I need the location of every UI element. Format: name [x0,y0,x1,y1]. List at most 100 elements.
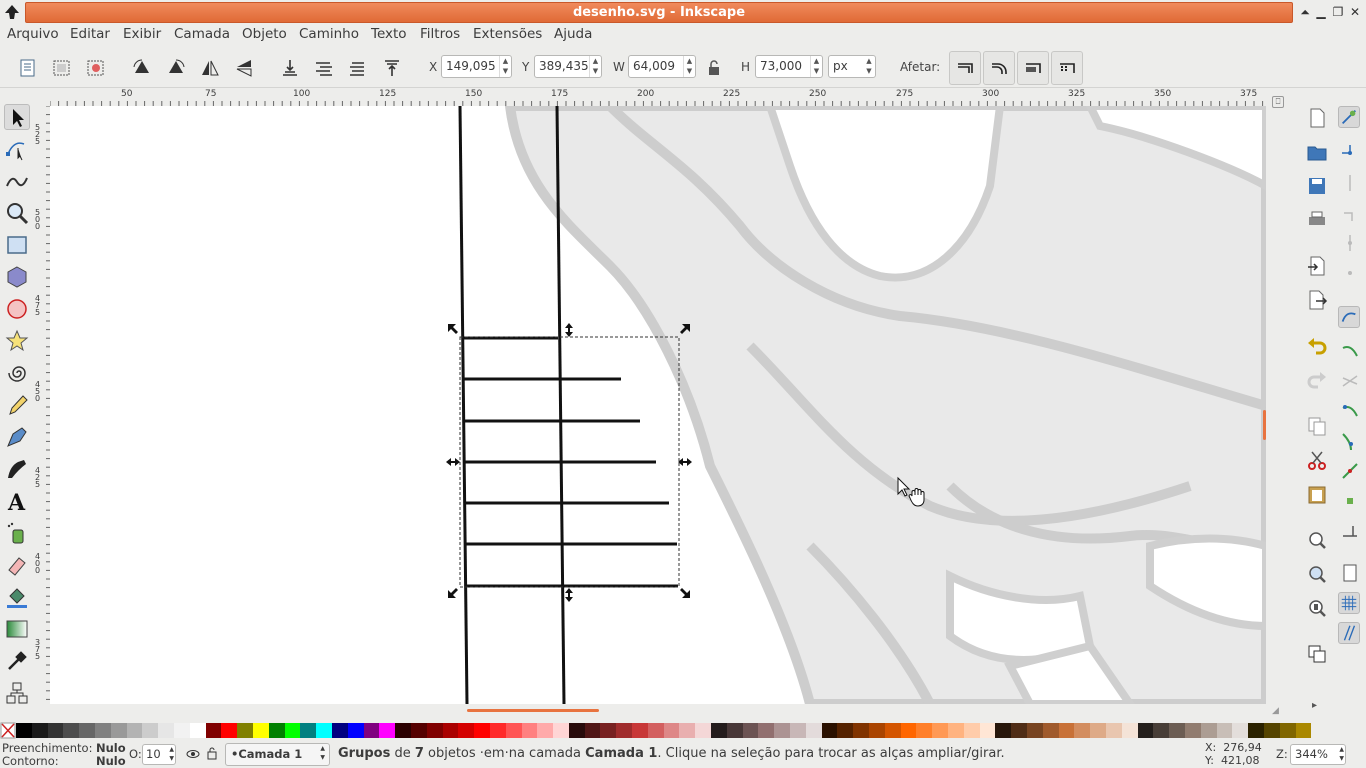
color-swatch[interactable] [979,723,996,738]
lower-to-bottom-icon[interactable] [280,58,300,78]
color-swatch[interactable] [742,723,759,738]
snap-text-baseline-icon[interactable] [1339,520,1361,542]
menu-texto[interactable]: Texto [371,26,407,42]
save-icon[interactable] [1306,175,1328,197]
color-swatch[interactable] [363,723,380,738]
color-swatch[interactable] [63,723,80,738]
color-swatch[interactable] [1295,723,1312,738]
eraser-tool[interactable] [4,552,30,578]
y-stepper[interactable]: ▲ ▼ [589,56,601,77]
calligraphy-tool[interactable] [4,456,30,482]
3d-box-tool[interactable] [4,264,30,290]
pencil-tool[interactable] [4,392,30,418]
color-swatch[interactable] [932,723,949,738]
zoom-selection-icon[interactable] [1306,529,1328,551]
color-swatch[interactable] [1279,723,1296,738]
menu-extensoes[interactable]: Extensões [473,26,542,42]
affect-gradients-button[interactable] [1017,51,1049,85]
select-all-layers-icon[interactable] [52,58,72,78]
color-swatch[interactable] [869,723,885,738]
color-swatch[interactable] [79,723,95,738]
snap-bbox-midpoints-icon[interactable] [1339,232,1361,254]
snap-bbox-corners-icon[interactable] [1339,202,1361,224]
tweak-tool[interactable] [4,168,30,194]
shade-button[interactable]: ⏶ [1297,4,1313,20]
color-swatch[interactable] [900,723,917,738]
no-paint-swatch[interactable] [0,722,16,740]
color-swatch[interactable] [916,723,933,738]
y-field[interactable]: 389,435 ▲ ▼ [534,55,602,78]
export-icon[interactable] [1306,289,1328,311]
color-swatch[interactable] [31,723,48,738]
snap-page-border-icon[interactable] [1339,562,1361,584]
color-swatch[interactable] [474,723,490,738]
maximize-button[interactable]: ❐ [1330,4,1346,20]
rectangle-tool[interactable] [4,232,30,258]
color-swatch[interactable] [1137,723,1154,738]
color-swatch[interactable] [695,723,712,738]
snap-grids-icon[interactable] [1338,592,1360,614]
minimize-button[interactable]: ▁ [1313,4,1329,20]
layer-select[interactable]: •Camada 1 ▲ ▼ [225,743,330,766]
raise-to-top-icon[interactable] [382,58,402,78]
affect-patterns-button[interactable] [1051,51,1083,85]
zoom-tool[interactable] [4,200,30,226]
snap-nodes-icon[interactable] [1338,306,1360,328]
color-swatch[interactable] [410,723,427,738]
color-swatch[interactable] [726,723,743,738]
unit-select[interactable]: px ▲ ▼ [828,55,876,78]
x-field[interactable]: 149,095 ▲ ▼ [441,55,512,78]
menu-objeto[interactable]: Objeto [242,26,287,42]
close-button[interactable]: ✕ [1347,4,1363,20]
color-swatch[interactable] [963,723,980,738]
color-swatch[interactable] [205,723,222,738]
horizontal-scrollbar[interactable] [467,709,599,712]
color-swatch[interactable] [221,723,238,738]
color-swatch[interactable] [458,723,475,738]
color-swatch[interactable] [1011,723,1027,738]
color-swatch[interactable] [1232,723,1249,738]
lower-icon[interactable] [314,58,334,78]
color-swatch[interactable] [347,723,364,738]
flip-vertical-icon[interactable] [234,58,254,78]
color-swatch[interactable] [853,723,870,738]
menu-arquivo[interactable]: Arquivo [7,26,59,42]
copy-icon[interactable] [1306,415,1328,437]
snap-paths-icon[interactable] [1339,340,1361,362]
spray-tool[interactable] [4,520,30,546]
color-swatch[interactable] [805,723,822,738]
w-field[interactable]: 64,009 ▲ ▼ [628,55,696,78]
pen-tool[interactable] [4,424,30,450]
deselect-icon[interactable] [86,58,106,78]
canvas-drawing[interactable] [50,106,1266,704]
color-swatch[interactable] [600,723,617,738]
paste-icon[interactable] [1306,483,1328,505]
layer-lock-icon[interactable] [206,746,218,760]
zoom-drawing-icon[interactable] [1306,563,1328,585]
color-swatch[interactable] [489,723,506,738]
x-stepper[interactable]: ▲ ▼ [499,56,511,77]
color-swatch[interactable] [268,723,285,738]
color-swatch[interactable] [1184,723,1201,738]
color-swatch[interactable] [237,723,253,738]
snap-smooth-nodes-icon[interactable] [1339,430,1361,452]
color-swatch[interactable] [331,723,348,738]
ruler-corner-lock-icon[interactable]: ⎕ [1272,96,1284,108]
snap-guides-icon[interactable] [1338,622,1360,644]
enable-snapping-icon[interactable] [1338,106,1360,128]
paint-bucket-tool[interactable] [4,584,30,610]
vertical-scrollbar[interactable] [1263,410,1266,440]
menu-camada[interactable]: Camada [174,26,230,42]
menu-ajuda[interactable]: Ajuda [554,26,592,42]
color-swatch[interactable] [16,723,32,738]
color-swatch[interactable] [837,723,854,738]
color-swatch[interactable] [1200,723,1217,738]
rotate-ccw-icon[interactable] [132,58,152,78]
color-swatch[interactable] [252,723,269,738]
selector-tool[interactable] [4,104,30,130]
color-swatch[interactable] [189,723,206,738]
color-swatch[interactable] [948,723,964,738]
lock-icon[interactable] [706,60,722,76]
color-swatch[interactable] [584,723,601,738]
color-swatch[interactable] [126,723,143,738]
